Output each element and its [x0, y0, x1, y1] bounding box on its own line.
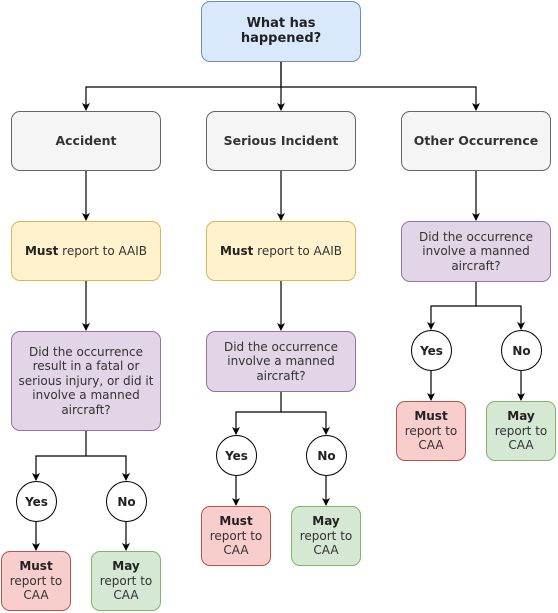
emphasis: May	[507, 409, 535, 424]
category-other-occurrence: Other Occurrence	[401, 111, 551, 171]
answer-no: No	[306, 435, 347, 476]
edge-q3-no	[476, 305, 525, 330]
category-serious-incident: Serious Incident	[206, 111, 356, 171]
edge-q1-no	[86, 455, 130, 481]
category-accident: Accident	[11, 111, 161, 171]
emphasis: Must	[19, 559, 53, 574]
text: report to CAA	[494, 423, 548, 453]
text: report to AAIB	[58, 243, 148, 258]
text: report to CAA	[404, 423, 458, 453]
answer-no: No	[106, 481, 147, 522]
text: report to CAA	[9, 573, 63, 603]
text: report to CAA	[299, 528, 353, 558]
outcome-must-report-caa: Must report to CAA	[201, 506, 271, 566]
edge-q2-yes	[232, 392, 282, 435]
question-accident: Did the occurrence result in a fatal or …	[11, 331, 161, 431]
answer-yes: Yes	[16, 481, 57, 522]
text: report to CAA	[209, 528, 263, 558]
edge-q3-yes	[427, 282, 477, 330]
edge-root-accident	[82, 62, 282, 111]
emphasis: Must	[219, 243, 254, 258]
edge-q2-no	[281, 411, 330, 435]
answer-yes: Yes	[411, 330, 452, 371]
question-serious: Did the occurrence involve a manned airc…	[206, 331, 356, 392]
outcome-may-report-caa: May report to CAA	[291, 506, 361, 566]
emphasis: May	[112, 559, 140, 574]
answer-yes: Yes	[216, 435, 257, 476]
emphasis: Must	[219, 514, 253, 529]
emphasis: Must	[24, 243, 59, 258]
outcome-must-report-caa: Must report to CAA	[1, 551, 71, 611]
outcome-must-report-caa: Must report to CAA	[396, 401, 466, 461]
outcome-may-report-caa: May report to CAA	[486, 401, 556, 461]
root-node: What has happened?	[201, 1, 361, 62]
question-other: Did the occurrence involve a manned airc…	[401, 221, 551, 282]
emphasis: Must	[414, 409, 448, 424]
text: report to CAA	[99, 573, 153, 603]
answer-no: No	[501, 330, 542, 371]
aaib-report-accident: Must report to AAIB	[11, 221, 161, 281]
edge-q1-yes	[32, 431, 87, 481]
outcome-may-report-caa: May report to CAA	[91, 551, 161, 611]
emphasis: May	[312, 514, 340, 529]
edge-root-other	[281, 86, 480, 111]
aaib-report-serious: Must report to AAIB	[206, 221, 356, 281]
connectors	[32, 62, 525, 551]
text: report to AAIB	[253, 243, 343, 258]
